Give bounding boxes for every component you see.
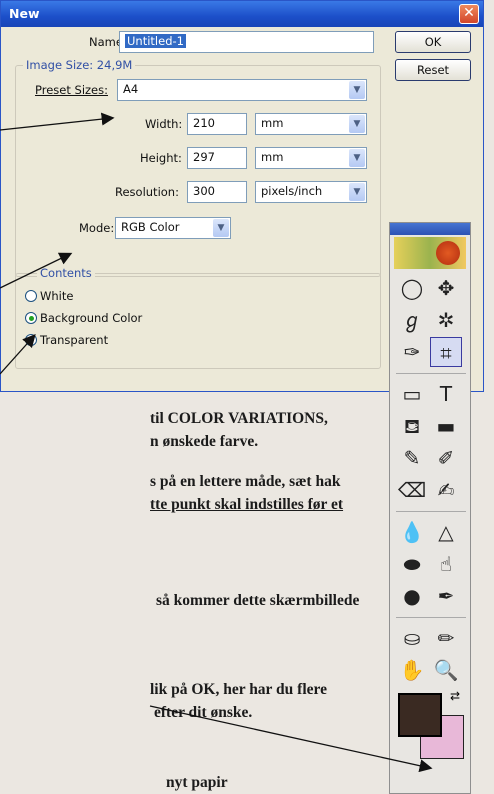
arrow-preset xyxy=(0,112,115,131)
annotation-arrows xyxy=(0,112,433,773)
arrow-mode xyxy=(0,252,73,289)
arrow-contents xyxy=(0,334,36,375)
arrow-colors xyxy=(149,705,433,773)
